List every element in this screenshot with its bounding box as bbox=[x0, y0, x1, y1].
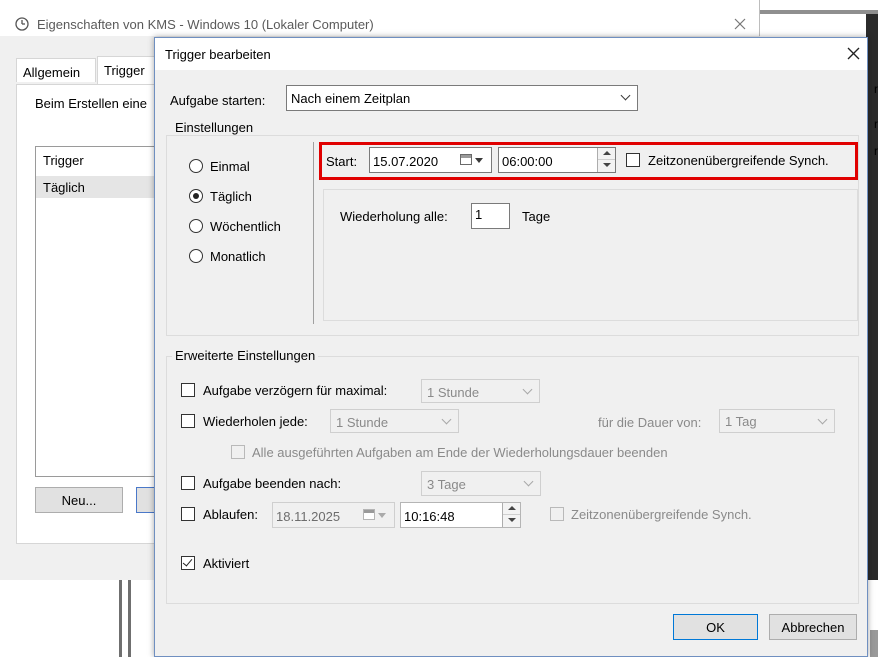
dropdown-arrow-icon bbox=[378, 513, 386, 518]
tab-allgemein[interactable]: Allgemein bbox=[16, 58, 96, 82]
dropdown-arrow-icon bbox=[475, 158, 483, 163]
radio-label-monatlich: Monatlich bbox=[210, 249, 266, 264]
expire-tz-checkbox[interactable] bbox=[550, 507, 564, 521]
dialog-title: Trigger bearbeiten bbox=[165, 47, 271, 62]
repeat-checkbox[interactable] bbox=[181, 414, 195, 428]
ok-button[interactable]: OK bbox=[673, 614, 758, 640]
close-icon[interactable] bbox=[847, 47, 860, 60]
divider bbox=[119, 580, 122, 657]
clipped-text: r bbox=[874, 82, 878, 96]
duration-label: für die Dauer von: bbox=[598, 415, 702, 430]
repeat-label: Wiederholen jede: bbox=[203, 414, 308, 429]
edit-trigger-dialog: Trigger bearbeiten Aufgabe starten: Nach… bbox=[154, 37, 868, 657]
expire-tz-label: Zeitzonenübergreifende Synch. bbox=[571, 507, 752, 522]
enabled-label: Aktiviert bbox=[203, 556, 250, 571]
time-spinner[interactable] bbox=[502, 503, 520, 527]
repeat-every-unit: Tage bbox=[522, 209, 551, 224]
chevron-down-icon bbox=[523, 476, 534, 487]
tab-trigger[interactable]: Trigger bbox=[97, 56, 157, 84]
delay-combobox[interactable]: 1 Stunde bbox=[421, 379, 540, 403]
background-window-title: Eigenschaften von KMS - Windows 10 (Loka… bbox=[37, 17, 374, 32]
spin-up-icon bbox=[598, 148, 615, 160]
radio-label-taeglich: Täglich bbox=[210, 189, 252, 204]
new-button[interactable]: Neu... bbox=[35, 487, 123, 513]
expire-checkbox[interactable] bbox=[181, 507, 195, 521]
background-close-icon[interactable] bbox=[734, 18, 746, 30]
window-edge bbox=[870, 630, 878, 657]
radio-selected-dot bbox=[193, 193, 199, 199]
time-spinner[interactable] bbox=[597, 148, 615, 172]
stop-after-combobox[interactable]: 3 Tage bbox=[421, 471, 541, 496]
stop-all-label: Alle ausgeführten Aufgaben am Ende der W… bbox=[252, 445, 668, 460]
window-edge bbox=[760, 10, 878, 14]
clipped-text: r bbox=[874, 144, 878, 158]
delay-checkbox[interactable] bbox=[181, 383, 195, 397]
advanced-legend: Erweiterte Einstellungen bbox=[172, 349, 319, 362]
chevron-down-icon bbox=[817, 414, 828, 425]
radio-taeglich[interactable] bbox=[189, 189, 203, 203]
start-time-field[interactable]: 06:00:00 bbox=[498, 147, 616, 173]
stop-all-checkbox[interactable] bbox=[231, 445, 245, 459]
spin-up-icon bbox=[503, 503, 520, 515]
expire-time-field[interactable]: 10:16:48 bbox=[400, 502, 521, 528]
tz-sync-label: Zeitzonenübergreifende Synch. bbox=[648, 153, 829, 168]
expire-label: Ablaufen: bbox=[203, 507, 258, 522]
tz-sync-checkbox[interactable] bbox=[626, 153, 640, 167]
spin-down-icon bbox=[598, 160, 615, 172]
chevron-down-icon bbox=[441, 414, 452, 425]
expire-date-picker[interactable]: 18.11.2025 bbox=[272, 502, 395, 528]
delay-label: Aufgabe verzögern für maximal: bbox=[203, 383, 388, 398]
check-icon bbox=[182, 556, 193, 567]
clock-icon bbox=[15, 17, 29, 31]
start-label: Start: bbox=[326, 154, 358, 169]
radio-monatlich[interactable] bbox=[189, 249, 203, 263]
start-task-combobox[interactable]: Nach einem Zeitplan bbox=[286, 85, 638, 111]
start-date-picker[interactable]: 15.07.2020 bbox=[369, 147, 492, 173]
list-item[interactable]: Täglich bbox=[43, 181, 85, 194]
repeat-combobox[interactable]: 1 Stunde bbox=[330, 409, 459, 433]
separator bbox=[313, 142, 314, 324]
repeat-every-input[interactable]: 1 bbox=[471, 203, 510, 229]
start-task-value: Nach einem Zeitplan bbox=[291, 91, 411, 106]
repeat-every-label: Wiederholung alle: bbox=[340, 209, 448, 224]
cancel-button[interactable]: Abbrechen bbox=[769, 614, 857, 640]
divider bbox=[128, 580, 131, 657]
chevron-down-icon bbox=[522, 384, 533, 395]
stop-after-label: Aufgabe beenden nach: bbox=[203, 476, 342, 491]
settings-legend: Einstellungen bbox=[172, 121, 257, 134]
clipped-text: r bbox=[874, 117, 878, 131]
radio-einmal[interactable] bbox=[189, 159, 203, 173]
radio-woechentlich[interactable] bbox=[189, 219, 203, 233]
radio-label-woechentlich: Wöchentlich bbox=[210, 219, 281, 234]
stop-after-checkbox[interactable] bbox=[181, 476, 195, 490]
list-column-trigger[interactable]: Trigger bbox=[43, 154, 84, 167]
enabled-checkbox[interactable] bbox=[181, 556, 195, 570]
duration-combobox[interactable]: 1 Tag bbox=[719, 409, 835, 433]
start-task-label: Aufgabe starten: bbox=[170, 93, 266, 108]
calendar-icon bbox=[363, 509, 375, 520]
radio-label-einmal: Einmal bbox=[210, 159, 250, 174]
spin-down-icon bbox=[503, 515, 520, 527]
chevron-down-icon bbox=[620, 90, 631, 101]
calendar-icon bbox=[460, 154, 472, 165]
background-description: Beim Erstellen eine bbox=[35, 96, 147, 111]
